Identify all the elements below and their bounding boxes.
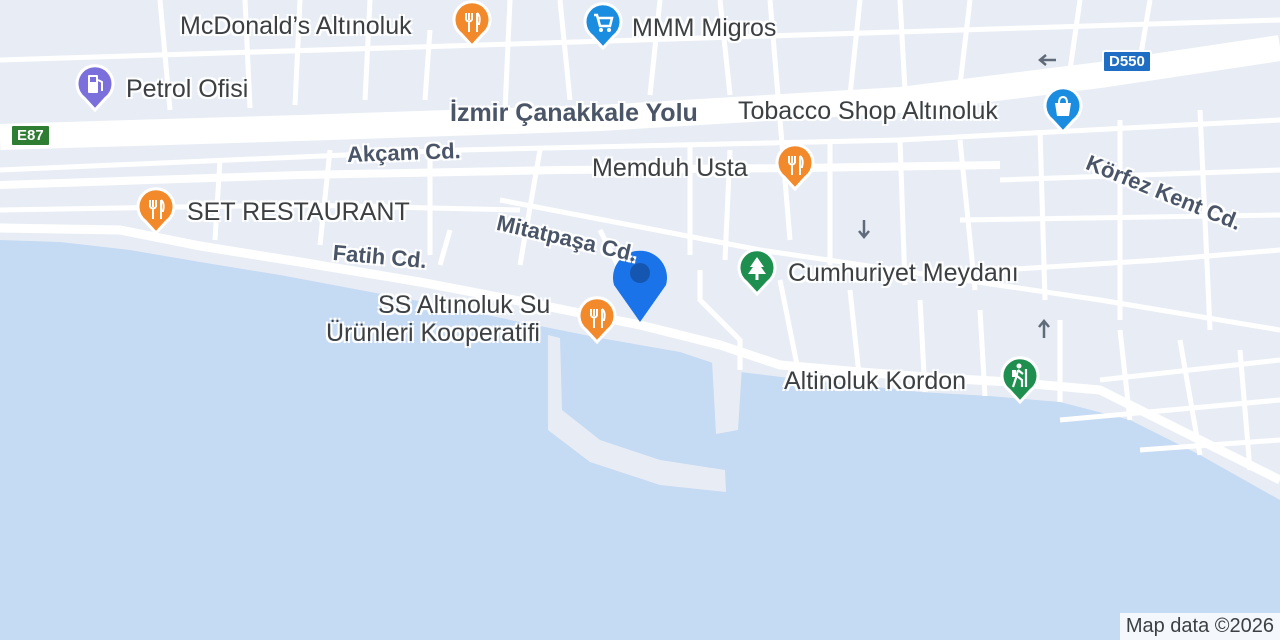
road-label-izmir-canakkale: İzmir Çanakkale Yolu — [450, 99, 698, 127]
road-label-akcam: Akçam Cd. — [346, 138, 462, 167]
restaurant-icon[interactable] — [452, 0, 492, 48]
one-way-arrow-icon — [858, 220, 870, 239]
poi-label-memduh-usta[interactable]: Memduh Usta — [592, 153, 748, 183]
poi-label-petrol-ofisi[interactable]: Petrol Ofisi — [126, 74, 248, 104]
restaurant-icon[interactable] — [136, 187, 176, 235]
harbor-pier-east — [712, 360, 742, 434]
map-attribution: Map data ©2026 — [1119, 613, 1280, 640]
tree-icon[interactable] — [737, 248, 777, 296]
one-way-arrow-icon — [1038, 54, 1056, 66]
poi-label-ss-altinoluk-line1[interactable]: SS Altınoluk Su — [378, 290, 550, 320]
poi-label-mcdonalds[interactable]: McDonald’s Altınoluk — [180, 11, 412, 41]
route-shield-d550: D550 — [1102, 50, 1152, 73]
hiking-icon[interactable] — [1000, 356, 1040, 404]
poi-label-ss-altinoluk-line2[interactable]: Ürünleri Kooperatifi — [326, 318, 540, 348]
shopping-bag-icon[interactable] — [1043, 86, 1083, 134]
poi-label-altinoluk-kordon[interactable]: Altinoluk Kordon — [784, 366, 966, 396]
poi-label-set-restaurant[interactable]: SET RESTAURANT — [187, 197, 410, 227]
poi-label-tobacco-shop[interactable]: Tobacco Shop Altınoluk — [738, 96, 998, 126]
poi-label-migros[interactable]: MMM Migros — [632, 13, 776, 43]
one-way-arrow-icon — [1038, 319, 1050, 338]
restaurant-icon[interactable] — [577, 296, 617, 344]
restaurant-icon[interactable] — [775, 143, 815, 191]
shopping-cart-icon[interactable] — [583, 2, 623, 50]
poi-label-cumhuriyet-meydani[interactable]: Cumhuriyet Meydanı — [788, 258, 1019, 288]
gas-station-icon[interactable] — [75, 64, 115, 112]
route-shield-e87: E87 — [10, 124, 51, 147]
